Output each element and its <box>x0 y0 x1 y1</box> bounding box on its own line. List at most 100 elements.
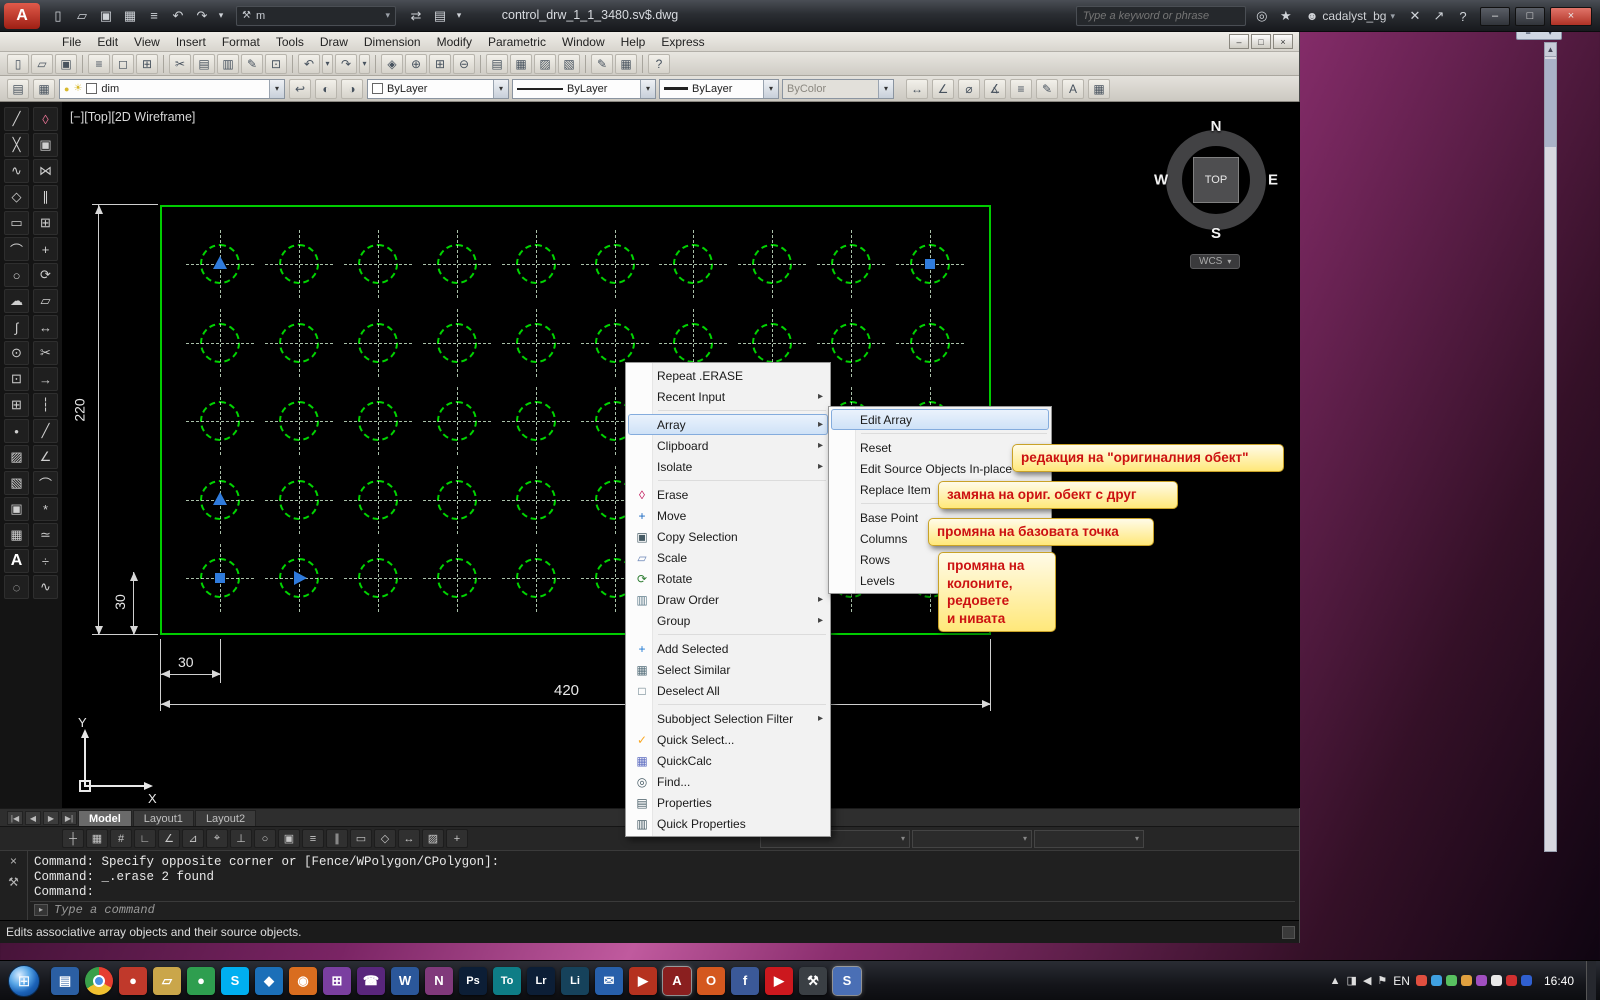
sheet-set-manager-icon[interactable]: ▧ <box>558 53 580 74</box>
array-grip-up[interactable] <box>213 491 227 505</box>
tray-app-icon[interactable] <box>1460 975 1472 986</box>
zoom-realtime-icon[interactable]: ⊕ <box>405 53 427 74</box>
undo-dropdown-icon[interactable]: ▾ <box>215 5 227 27</box>
join-icon[interactable]: ≃ <box>33 523 58 547</box>
array-circle[interactable] <box>264 230 333 298</box>
layer-unisolate-icon[interactable]: ◑ <box>341 78 363 99</box>
menu-item-scale[interactable]: ▱ Scale <box>628 547 828 568</box>
command-input-row[interactable]: ▸ Type a command <box>30 901 1295 918</box>
tab-nav-item-icon[interactable]: ▶ <box>43 811 59 825</box>
mirror-icon[interactable]: ⋈ <box>33 159 58 183</box>
array-circle[interactable] <box>422 544 491 612</box>
array-circle[interactable] <box>422 465 491 534</box>
construction-line-icon[interactable]: ╳ <box>4 133 29 157</box>
taskbar-word-icon[interactable]: W <box>391 966 419 995</box>
gradient-icon[interactable]: ▧ <box>4 471 29 495</box>
array-circle[interactable] <box>580 230 649 298</box>
maximize-button[interactable]: □ <box>1515 6 1545 26</box>
undo-icon[interactable]: ↶ <box>298 53 320 74</box>
taskbar-office-grid-icon[interactable]: ⊞ <box>323 966 351 995</box>
taskbar-linked-app-icon[interactable]: Li <box>561 966 589 995</box>
menu-item-find[interactable]: ◎ Find... <box>628 771 828 792</box>
menu-tools[interactable]: Tools <box>268 32 312 52</box>
scale-icon[interactable]: ▱ <box>33 289 58 313</box>
extend-icon[interactable]: → <box>33 367 58 391</box>
offset-icon[interactable]: ∥ <box>33 185 58 209</box>
quick-dimension-icon[interactable]: ≡ <box>1010 78 1032 99</box>
array-circle[interactable] <box>343 387 412 455</box>
qnew-icon[interactable]: ▯ <box>7 53 29 74</box>
tray-app-icon[interactable] <box>1475 975 1487 986</box>
dim-radius-icon[interactable]: ⌀ <box>958 78 980 99</box>
menu-item-quick-properties[interactable]: ▥ Quick Properties <box>628 813 828 834</box>
open-icon[interactable]: ▱ <box>31 53 53 74</box>
spline-icon[interactable]: ∫ <box>4 315 29 339</box>
taskbar-snagit-icon[interactable]: S <box>832 965 862 996</box>
taskbar-green-app-icon[interactable]: ● <box>187 966 215 995</box>
array-circle[interactable] <box>264 465 333 534</box>
view-compass[interactable]: N S W E TOP <box>1154 118 1278 242</box>
designcenter-icon[interactable]: ▦ <box>510 53 532 74</box>
array-circle[interactable] <box>817 308 886 377</box>
redo-list-icon[interactable]: ▾ <box>359 53 370 74</box>
array-circle[interactable] <box>422 387 491 455</box>
quick-properties-toggle-icon[interactable]: ∥ <box>326 829 348 848</box>
autodesk-x-icon[interactable]: ✕ <box>1404 5 1426 27</box>
menu-view[interactable]: View <box>126 32 168 52</box>
tools-wrench-icon[interactable]: ⚒ <box>8 875 19 890</box>
layer-isolate-icon[interactable]: ◐ <box>315 78 337 99</box>
layer-states-icon[interactable]: ▦ <box>33 78 55 99</box>
minimize-button[interactable]: – <box>1480 6 1510 26</box>
circle-icon[interactable]: ○ <box>4 263 29 287</box>
array-circle[interactable] <box>186 387 254 455</box>
explode-icon[interactable]: * <box>33 497 58 521</box>
doc-close-icon[interactable]: × <box>1273 34 1293 49</box>
taskbar-photoshop-icon[interactable]: Ps <box>459 966 487 995</box>
chamfer-icon[interactable]: ∠ <box>33 445 58 469</box>
zoom-previous-icon[interactable]: ⊖ <box>453 53 475 74</box>
rotate-icon[interactable]: ⟳ <box>33 263 58 287</box>
polyline-icon[interactable]: ∿ <box>4 159 29 183</box>
search-binoculars-icon[interactable]: ◎ <box>1251 5 1273 27</box>
menu-item-isolate[interactable]: Isolate ▸ <box>628 456 828 477</box>
compass-west[interactable]: W <box>1154 172 1168 189</box>
redo-icon[interactable]: ↷ <box>191 5 213 27</box>
menu-insert[interactable]: Insert <box>168 32 214 52</box>
workspace-combo[interactable]: ⚒ m ▾ <box>236 5 396 26</box>
tray-app-icon[interactable] <box>1445 975 1457 986</box>
array-grip-up[interactable] <box>213 256 227 269</box>
array-circle[interactable] <box>186 308 254 377</box>
rectangle-icon[interactable]: ▭ <box>4 211 29 235</box>
doc-restore-icon[interactable]: □ <box>1251 34 1271 49</box>
array-circle[interactable] <box>343 544 412 612</box>
revision-cloud-icon[interactable]: ☁ <box>4 289 29 313</box>
pan-icon[interactable]: ◈ <box>381 53 403 74</box>
tab-layout2[interactable]: Layout2 <box>194 810 257 826</box>
cut-icon[interactable]: ✂ <box>169 53 191 74</box>
dim-angular-icon[interactable]: ∡ <box>984 78 1006 99</box>
tray-app-icon[interactable] <box>1490 975 1502 986</box>
undo-list-icon[interactable]: ▾ <box>322 53 333 74</box>
layout-switch-icon[interactable]: ▤ <box>429 5 451 27</box>
array-circle[interactable] <box>580 308 649 377</box>
dynamic-ucs-icon[interactable]: ⊥ <box>230 829 252 848</box>
edit-polyline-icon[interactable]: ∿ <box>33 575 58 599</box>
taskbar-player-red-icon[interactable]: ▶ <box>629 966 657 995</box>
plot-icon[interactable]: ≡ <box>88 53 110 74</box>
array-circle[interactable] <box>343 308 412 377</box>
region-icon[interactable]: ▣ <box>4 497 29 521</box>
make-block-icon[interactable]: ⊞ <box>4 393 29 417</box>
hatch-icon[interactable]: ▨ <box>4 445 29 469</box>
ellipse-icon[interactable]: ⊙ <box>4 341 29 365</box>
viewport-controls[interactable]: [−][Top][2D Wireframe] <box>70 110 195 124</box>
copy-icon[interactable]: ▣ <box>33 133 58 157</box>
menu-item-group[interactable]: Group ▸ <box>628 610 828 631</box>
object-snap-icon[interactable]: ⊿ <box>182 829 204 848</box>
menu-help[interactable]: Help <box>613 32 654 52</box>
taskbar-facebook-icon[interactable]: f <box>731 966 759 995</box>
menu-item-subobject-selection-filter[interactable]: Subobject Selection Filter ▸ <box>628 708 828 729</box>
copy-clip-icon[interactable]: ▤ <box>193 53 215 74</box>
polygon-icon[interactable]: ◇ <box>4 185 29 209</box>
block-editor-icon[interactable]: ⊡ <box>265 53 287 74</box>
autoscale-icon[interactable]: ↔ <box>398 829 420 848</box>
